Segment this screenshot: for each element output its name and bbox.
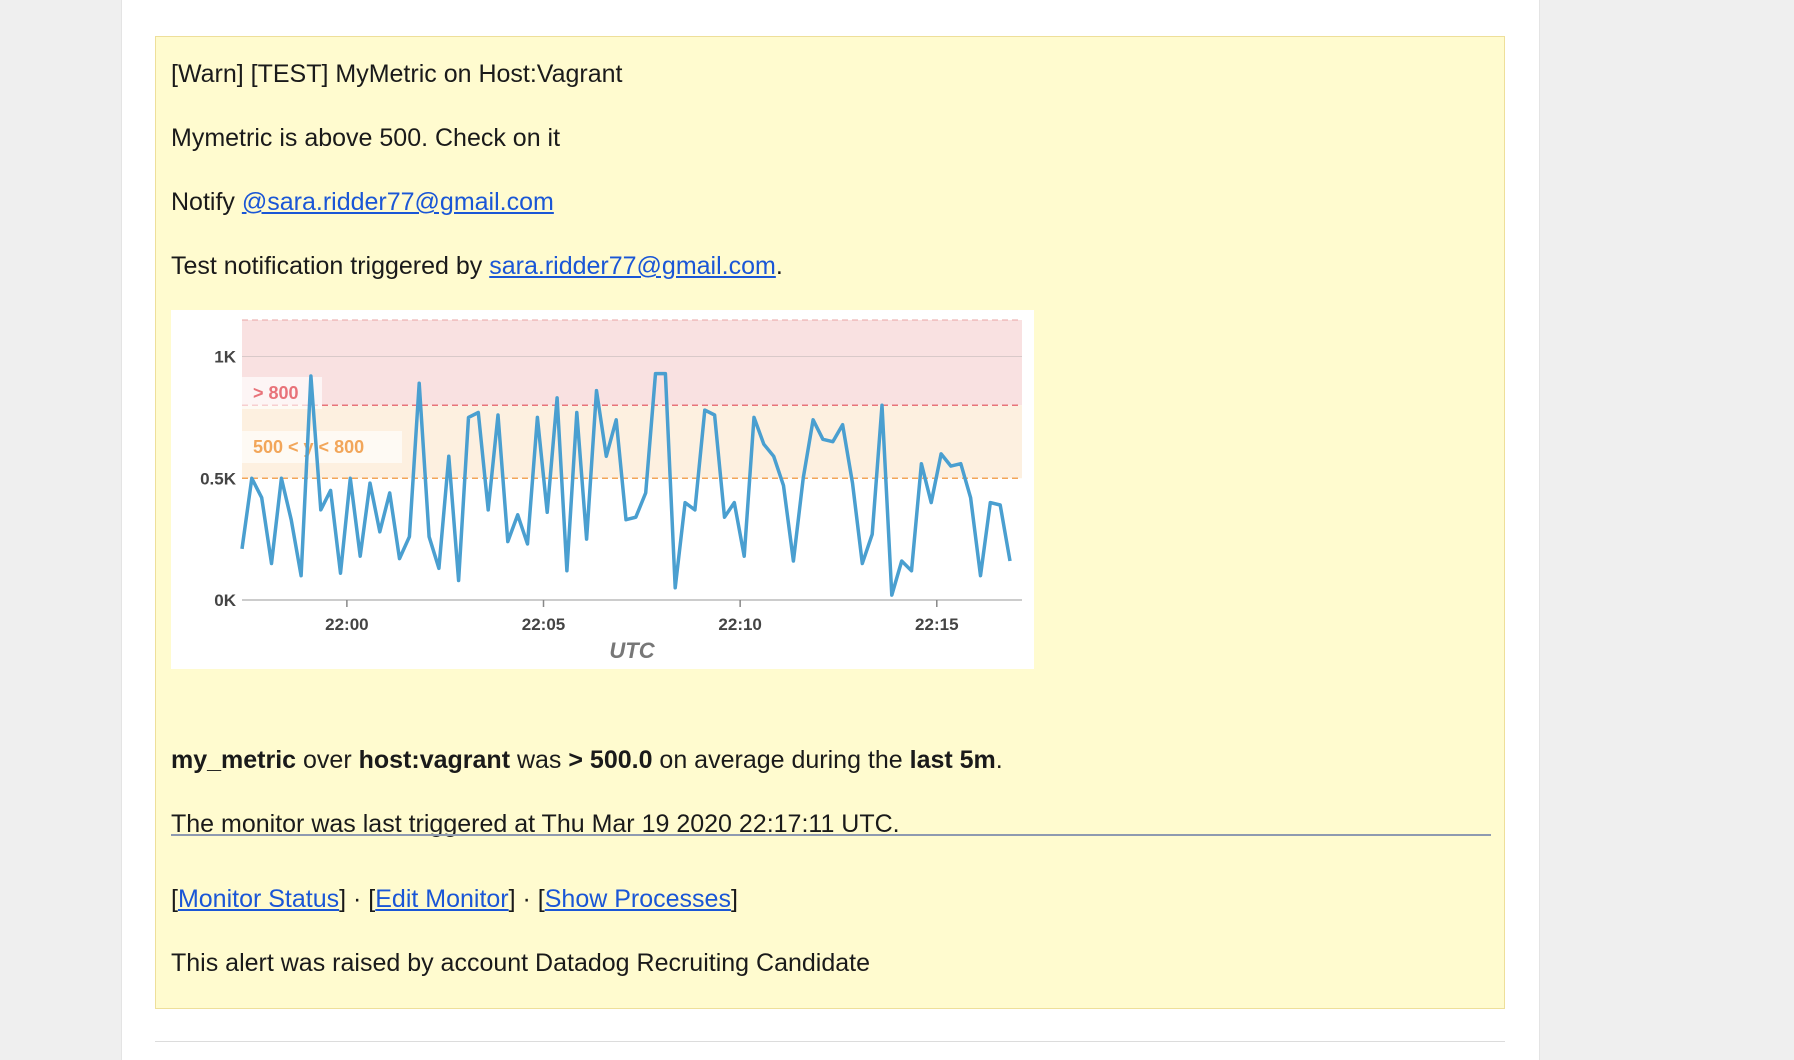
notify-prefix: Notify bbox=[171, 188, 242, 216]
test-user-email-link[interactable]: sara.ridder77@gmail.com bbox=[489, 252, 776, 280]
summary-threshold: > 500.0 bbox=[568, 746, 653, 774]
x-tick-label: 22:05 bbox=[522, 615, 565, 634]
metric-chart-svg: 0K0.5K1K 22:00 22:05 22:10 22:15 > 800500 <… bbox=[200, 319, 1022, 663]
summary-over: over bbox=[296, 746, 359, 774]
critical-threshold-band bbox=[242, 320, 1022, 406]
x-axis-label: UTC bbox=[609, 638, 655, 663]
metric-graph[interactable]: 0K 0.5K 1K 22:00 22:05 22:10 22:15 > 800 500 <… bbox=[171, 310, 1034, 669]
show-processes-link[interactable]: Show Processes bbox=[545, 885, 731, 913]
alert-message-box: [Warn] [TEST] MyMetric on Host:Vagrant M… bbox=[155, 36, 1505, 1009]
test-notification-line: Test notification triggered by sara.ridd… bbox=[171, 251, 783, 281]
test-prefix: Test notification triggered by bbox=[171, 252, 490, 280]
critical-threshold-label: > 800 bbox=[253, 383, 299, 403]
notify-email-link[interactable]: @sara.ridder77@gmail.com bbox=[242, 188, 554, 216]
y-tick-label: 1K bbox=[214, 348, 236, 367]
links-separator-1: ] · [ bbox=[339, 885, 376, 913]
test-suffix: . bbox=[775, 252, 783, 280]
x-tick-label: 22:15 bbox=[915, 615, 958, 634]
y-tick-label: 0.5K bbox=[200, 469, 237, 488]
edit-monitor-link[interactable]: Edit Monitor bbox=[375, 885, 508, 913]
alert-message: Mymetric is above 500. Check on it bbox=[171, 124, 561, 152]
x-tick-label: 22:00 bbox=[325, 615, 368, 634]
monitor-status-link[interactable]: Monitor Status bbox=[178, 885, 339, 913]
summary-metric: my_metric bbox=[171, 746, 297, 774]
footer-rule bbox=[155, 1041, 1505, 1042]
links-separator-2: ] · [ bbox=[508, 885, 545, 913]
summary-line: my_metric over host:vagrant was > 500.0 … bbox=[171, 745, 1003, 775]
raised-by-line: This alert was raised by account Datadog… bbox=[171, 949, 870, 977]
notify-line: Notify @sara.ridder77@gmail.com bbox=[171, 187, 554, 217]
section-divider bbox=[171, 834, 1491, 836]
alert-title: [Warn] [TEST] MyMetric on Host:Vagrant bbox=[171, 60, 623, 88]
bracket-open: [ bbox=[171, 885, 178, 913]
y-tick-label: 0K bbox=[214, 591, 236, 610]
summary-was: was bbox=[510, 746, 569, 774]
monitor-links: [Monitor Status] · [Edit Monitor] · [Sho… bbox=[171, 884, 738, 914]
x-tick-label: 22:10 bbox=[718, 615, 761, 634]
summary-scope: host:vagrant bbox=[358, 746, 511, 774]
summary-window: last 5m bbox=[909, 746, 996, 774]
summary-on-average: on average during the bbox=[652, 746, 910, 774]
email-page: [Warn] [TEST] MyMetric on Host:Vagrant M… bbox=[121, 0, 1540, 1060]
bracket-close: ] bbox=[730, 885, 738, 913]
summary-end: . bbox=[995, 746, 1003, 774]
